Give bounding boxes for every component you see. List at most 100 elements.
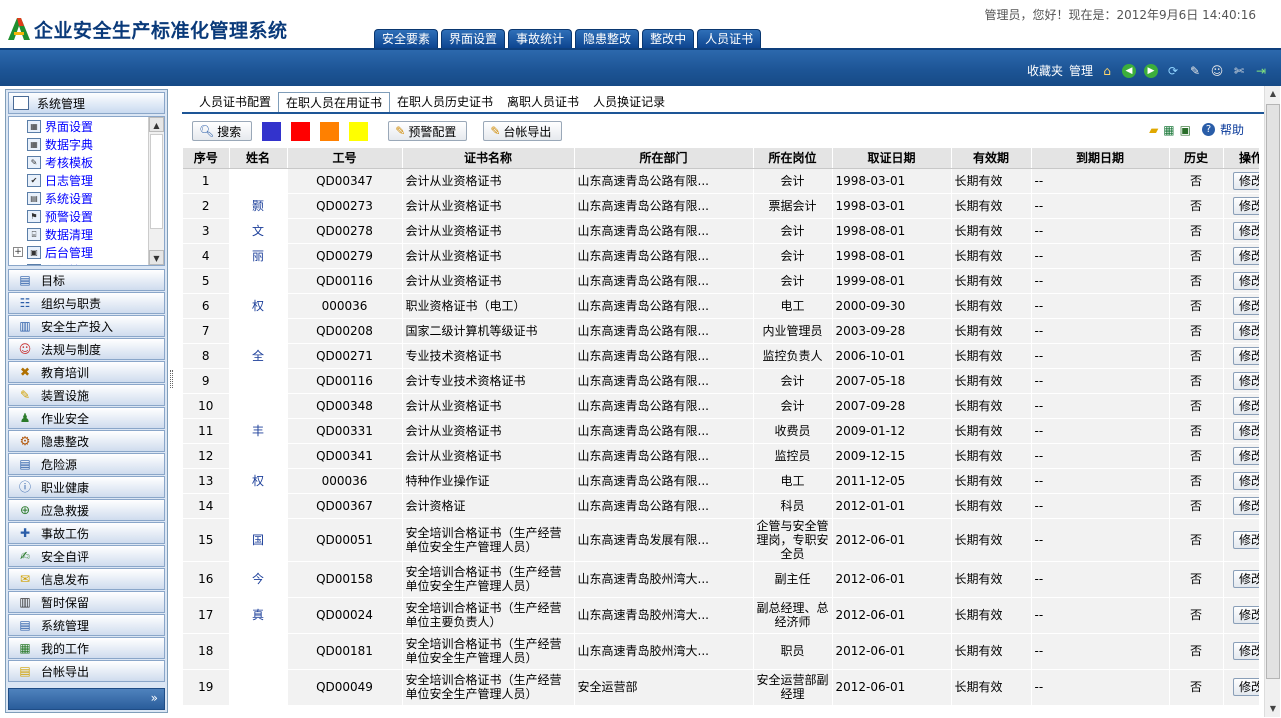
- tree-item[interactable]: ✎ 考核模板: [9, 153, 164, 171]
- column-header[interactable]: 姓名: [229, 148, 288, 169]
- subtab[interactable]: 人员证书配置: [192, 92, 278, 112]
- sidebar-splitter[interactable]: [170, 370, 173, 388]
- edit-button[interactable]: 修改: [1232, 171, 1259, 190]
- edit-button[interactable]: 修改: [1232, 530, 1259, 549]
- ledger-export-button[interactable]: ✎ 台帐导出: [483, 121, 563, 141]
- color-filter-swatch[interactable]: [349, 121, 369, 141]
- forward-icon[interactable]: ▶: [1143, 63, 1159, 79]
- top-tab[interactable]: 人员证书: [697, 29, 762, 48]
- warning-config-button[interactable]: ✎ 预警配置: [388, 121, 468, 141]
- top-tab[interactable]: 安全要素: [374, 29, 439, 48]
- tools-icon[interactable]: ✄: [1231, 63, 1247, 79]
- refresh-icon[interactable]: ⟳: [1165, 63, 1181, 79]
- sidebar-module[interactable]: ☷ 组织与职责: [8, 292, 165, 314]
- tree-item[interactable]: ⚑ 预警设置: [9, 207, 164, 225]
- scroll-down-icon[interactable]: ▼: [149, 250, 164, 265]
- sidebar-module[interactable]: ♟ 作业安全: [8, 407, 165, 429]
- table-row[interactable]: 8 全 QD00271 专业技术资格证书 山东高速青岛公路有限... 监控负责人 2006-…: [183, 343, 1259, 369]
- tree-item[interactable]: ✔ 日志管理: [9, 171, 164, 189]
- table-row[interactable]: 7 QD00208 国家二级计算机等级证书 山东高速青岛公路有限... 内业管理员 200…: [183, 318, 1259, 344]
- sidebar-module[interactable]: ▤ 目标: [8, 269, 165, 291]
- favorites-link[interactable]: 收藏夹: [1027, 62, 1063, 79]
- help-icon[interactable]: ?: [1201, 123, 1215, 136]
- subtab[interactable]: 在职人员历史证书: [390, 92, 500, 112]
- edit-button[interactable]: 修改: [1232, 471, 1259, 490]
- color-filter-swatch[interactable]: [262, 121, 282, 141]
- tree-item[interactable]: ▤ 系统设置: [9, 189, 164, 207]
- column-header[interactable]: 到期日期: [1031, 148, 1170, 169]
- table-row[interactable]: 13 权 000036 特种作业操作证 山东高速青岛公路有限... 电工 2011-12-0…: [183, 468, 1259, 494]
- sidebar-module[interactable]: ✚ 事故工伤: [8, 522, 165, 544]
- top-tab[interactable]: 整改中: [642, 29, 695, 48]
- color-filter-swatch[interactable]: [291, 121, 311, 141]
- edit-icon[interactable]: ✎: [1187, 63, 1203, 79]
- edit-button[interactable]: 修改: [1232, 421, 1259, 440]
- sidebar-module[interactable]: ☺ 法规与制度: [8, 338, 165, 360]
- table-row[interactable]: 19 QD00049 安全培训合格证书（生产经营单位安全生产管理人员） 安全运营部 安全…: [183, 669, 1259, 706]
- image-icon[interactable]: ▣: [1180, 123, 1191, 137]
- subtab[interactable]: 人员换证记录: [586, 92, 672, 112]
- sidebar-module[interactable]: ✖ 教育培训: [8, 361, 165, 383]
- home-icon[interactable]: ⌂: [1099, 63, 1115, 79]
- edit-button[interactable]: 修改: [1232, 642, 1259, 660]
- sidebar-module[interactable]: ▥ 暂时保留: [8, 591, 165, 613]
- sidebar-module[interactable]: ✍ 安全自评: [8, 545, 165, 567]
- edit-button[interactable]: 修改: [1232, 296, 1259, 315]
- subtab[interactable]: 离职人员证书: [500, 92, 586, 112]
- top-tab[interactable]: 界面设置: [441, 29, 506, 48]
- sidebar-module[interactable]: ▤ 危险源: [8, 453, 165, 475]
- back-icon[interactable]: ◀: [1121, 63, 1137, 79]
- expand-icon[interactable]: »: [151, 691, 158, 705]
- folder-icon[interactable]: ▰: [1149, 123, 1158, 137]
- table-row[interactable]: 1 QD00347 会计从业资格证书 山东高速青岛公路有限... 会计 1998-03-0…: [183, 168, 1259, 194]
- system-management-header[interactable]: 系统管理: [8, 92, 165, 114]
- sidebar-module[interactable]: ▤ 台帐导出: [8, 660, 165, 682]
- manage-link[interactable]: 管理: [1069, 62, 1093, 79]
- edit-button[interactable]: 修改: [1232, 346, 1259, 365]
- table-row[interactable]: 5 QD00116 会计从业资格证书 山东高速青岛公路有限... 会计 1999-08-0…: [183, 268, 1259, 294]
- column-header[interactable]: 历史: [1169, 148, 1224, 169]
- scroll-down-icon[interactable]: ▼: [1265, 701, 1281, 717]
- column-header[interactable]: 序号: [183, 148, 230, 169]
- tree-item[interactable]: ▦ 数据字典: [9, 135, 164, 153]
- column-header[interactable]: 操作: [1223, 148, 1259, 169]
- tree-item[interactable]: ⌸ 数据清理: [9, 225, 164, 243]
- sidebar-module[interactable]: ▤ 系统管理: [8, 614, 165, 636]
- help-link[interactable]: 帮助: [1220, 121, 1244, 138]
- table-row[interactable]: 12 QD00341 会计从业资格证书 山东高速青岛公路有限... 监控员 2009-12…: [183, 443, 1259, 469]
- edit-button[interactable]: 修改: [1232, 321, 1259, 340]
- scroll-thumb[interactable]: [1266, 104, 1280, 679]
- table-row[interactable]: 4 丽 QD00279 会计从业资格证书 山东高速青岛公路有限... 会计 1998-08-…: [183, 243, 1259, 269]
- table-row[interactable]: 16 今 QD00158 安全培训合格证书（生产经营单位安全生产管理人员） 山东高速青岛…: [183, 561, 1259, 598]
- table-row[interactable]: 14 QD00367 会计资格证 山东高速青岛公路有限... 科员 2012-01-01 长…: [183, 493, 1259, 519]
- tree-item[interactable]: + ▣ 后台管理: [9, 243, 164, 261]
- table-row[interactable]: 15 国 QD00051 安全培训合格证书（生产经营单位安全生产管理人员） 山东高速青岛…: [183, 518, 1259, 562]
- column-header[interactable]: 所在岗位: [753, 148, 833, 169]
- expand-plus-icon[interactable]: +: [13, 265, 23, 266]
- edit-button[interactable]: 修改: [1232, 396, 1259, 415]
- table-row[interactable]: 10 QD00348 会计从业资格证书 山东高速青岛公路有限... 会计 2007-09-…: [183, 393, 1259, 419]
- sidebar-module[interactable]: ▥ 安全生产投入: [8, 315, 165, 337]
- edit-button[interactable]: 修改: [1232, 606, 1259, 624]
- top-tab[interactable]: 事故统计: [508, 29, 573, 48]
- column-header[interactable]: 所在部门: [574, 148, 754, 169]
- exit-icon[interactable]: ⇥: [1253, 63, 1269, 79]
- sidebar-module[interactable]: ✉ 信息发布: [8, 568, 165, 590]
- sidebar-module[interactable]: ⓘ 职业健康: [8, 476, 165, 498]
- edit-button[interactable]: 修改: [1232, 271, 1259, 290]
- column-header[interactable]: 工号: [287, 148, 403, 169]
- sidebar-module[interactable]: ▦ 我的工作: [8, 637, 165, 659]
- column-header[interactable]: 证书名称: [402, 148, 575, 169]
- tree-item[interactable]: ▦ 界面设置: [9, 117, 164, 135]
- edit-button[interactable]: 修改: [1232, 246, 1259, 265]
- table-row[interactable]: 9 QD00116 会计专业技术资格证书 山东高速青岛公路有限... 会计 2007-05…: [183, 368, 1259, 394]
- tree-item[interactable]: + ▣ 组织管理: [9, 261, 164, 266]
- table-row[interactable]: 17 真 QD00024 安全培训合格证书（生产经营单位主要负责人） 山东高速青岛胶州湾…: [183, 597, 1259, 634]
- edit-button[interactable]: 修改: [1232, 678, 1259, 696]
- color-filter-swatch[interactable]: [320, 121, 340, 141]
- scroll-thumb[interactable]: [150, 134, 163, 229]
- user-icon[interactable]: ☺: [1209, 63, 1225, 79]
- search-button[interactable]: 🔍︎ 搜索: [192, 121, 253, 141]
- table-row[interactable]: 6 权 000036 职业资格证书（电工） 山东高速青岛公路有限... 电工 2000-09…: [183, 293, 1259, 319]
- expand-plus-icon[interactable]: +: [13, 247, 23, 257]
